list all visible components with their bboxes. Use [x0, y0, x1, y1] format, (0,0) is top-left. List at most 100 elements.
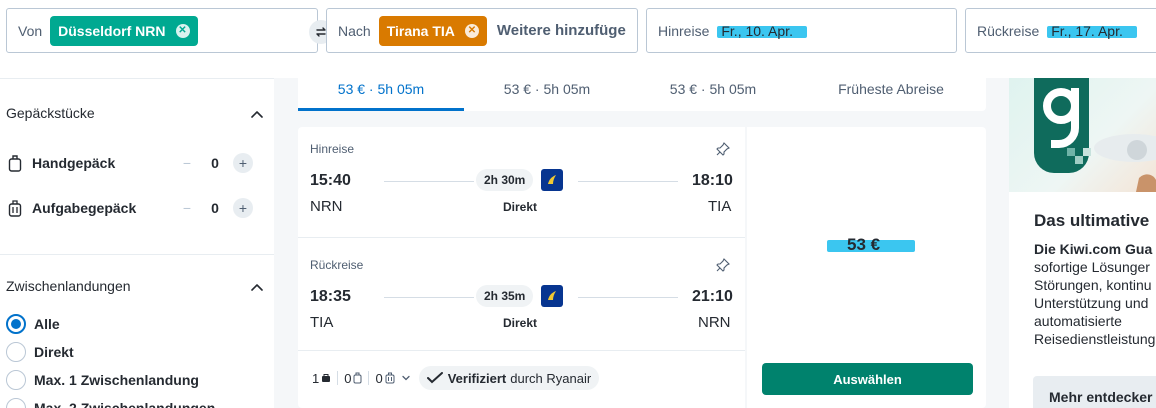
personal-item-icon: [322, 374, 331, 382]
tab-earliest[interactable]: Früheste Abreise: [796, 78, 986, 111]
chevron-up-icon[interactable]: [250, 108, 264, 122]
inbound-dep-time: 18:35: [310, 288, 351, 305]
to-chip[interactable]: Tirana TIA ✕: [378, 15, 487, 46]
outbound-arr-code: TIA: [708, 198, 732, 215]
return-date-field[interactable]: Rückreise Fr., 17. Apr.: [965, 8, 1156, 53]
remove-to-icon[interactable]: ✕: [464, 23, 479, 38]
checked-bag-label: Aufgabegepäck: [32, 200, 137, 216]
stop-option-all[interactable]: Alle: [6, 314, 60, 334]
from-label: Von: [18, 22, 43, 39]
sort-tabs: 53 € · 5h 05m 53 € · 5h 05m 53 € · 5h 05…: [298, 78, 986, 111]
bag-info-bar: 1 0 0 Verifiziert durch Ryanair: [312, 366, 600, 390]
radio[interactable]: [6, 370, 26, 390]
return-date-value: Fr., 17. Apr.: [1047, 22, 1137, 39]
to-field[interactable]: Nach Tirana TIA ✕ Weitere hinzufüge: [326, 8, 638, 53]
depart-label: Hinreise: [658, 22, 710, 39]
checked-bag-icon: [385, 372, 395, 384]
to-label: Nach: [338, 22, 371, 39]
from-chip-label: Düsseldorf NRN: [58, 22, 166, 39]
outbound-stops: Direkt: [503, 200, 538, 214]
radio[interactable]: [6, 342, 26, 362]
tab-fastest[interactable]: 53 € · 5h 05m: [630, 78, 796, 111]
tab-cheapest[interactable]: 53 € · 5h 05m: [464, 78, 630, 111]
checked-bag-icon: [8, 200, 22, 217]
search-bar: Von Düsseldorf NRN ✕ Nach Tirana TIA ✕ W…: [0, 0, 1156, 78]
inbound-arr-time: 21:10: [692, 288, 733, 305]
ad-title: Das ultimative: [1034, 211, 1150, 230]
cabin-bag-icon: [8, 155, 22, 172]
route-line: [578, 181, 678, 182]
divider: [0, 78, 274, 79]
outbound-dep-code: NRN: [310, 198, 343, 215]
checkmark-icon: [426, 372, 443, 384]
remove-from-icon[interactable]: ✕: [175, 23, 190, 38]
ad-body-line: sofortige Lösunger: [1034, 259, 1150, 275]
inbound-label: Rückreise: [310, 258, 364, 272]
ad-text: Die Kiwi.com Gua sofortige Lösunger Stör…: [1034, 240, 1156, 348]
stop-option-max2[interactable]: Max. 2 Zwischenlandungen: [6, 398, 215, 408]
result-card[interactable]: Hinreise 15:40 2h 30m 18:10 NRN Direkt T…: [298, 127, 745, 408]
outbound-duration: 2h 30m: [476, 169, 534, 191]
stop-option-direct[interactable]: Direkt: [6, 342, 74, 362]
ad-image: [1009, 78, 1156, 192]
cabin-qty: 0: [211, 155, 219, 171]
pin-icon[interactable]: [716, 142, 730, 156]
to-chip-label: Tirana TIA: [386, 22, 455, 39]
outbound-label: Hinreise: [310, 142, 355, 156]
inbound-duration: 2h 35m: [476, 285, 534, 307]
inbound-dep-code: TIA: [310, 314, 334, 331]
inbound-arr-code: NRN: [698, 314, 731, 331]
from-field[interactable]: Von Düsseldorf NRN ✕: [6, 8, 318, 53]
ryanair-logo-icon: [541, 285, 563, 307]
cabin-bag-row: Handgepäck − 0 +: [8, 153, 253, 173]
cabin-plus-button[interactable]: +: [233, 153, 253, 173]
divider: [298, 237, 745, 238]
ad-body-line: Reisedienstleistung: [1034, 331, 1156, 347]
route-line: [578, 297, 678, 298]
chevron-down-icon[interactable]: [401, 373, 411, 383]
personal-item-info: 1: [312, 371, 331, 386]
filters-panel: Gepäckstücke Handgepäck − 0 + Aufgabegep…: [0, 78, 274, 408]
depart-date-value: Fr., 10. Apr.: [717, 22, 807, 39]
cabin-bag-icon: [353, 372, 362, 384]
guarantee-ad: Das ultimative Die Kiwi.com Gua sofortig…: [1009, 78, 1156, 408]
checked-bag-info: 0: [375, 371, 395, 386]
radio-selected[interactable]: [6, 314, 26, 334]
verified-bold: Verifiziert: [447, 370, 507, 386]
checked-bag-row: Aufgabegepäck − 0 +: [8, 198, 253, 218]
inbound-stops: Direkt: [503, 316, 538, 330]
select-button[interactable]: Auswählen: [762, 363, 973, 395]
chevron-up-icon[interactable]: [250, 281, 264, 295]
ad-body-line: Unterstützung und: [1034, 295, 1149, 311]
from-chip[interactable]: Düsseldorf NRN ✕: [50, 15, 198, 46]
add-more-destinations[interactable]: Weitere hinzufüge: [497, 22, 626, 39]
checked-qty: 0: [211, 200, 219, 216]
outbound-dep-time: 15:40: [310, 172, 351, 189]
return-label: Rückreise: [977, 22, 1040, 39]
price: 53 €: [847, 235, 881, 254]
cabin-minus-button[interactable]: −: [177, 153, 197, 173]
cabin-bag-info: 0: [344, 371, 362, 386]
ryanair-logo-icon: [541, 169, 563, 191]
stop-option-max1[interactable]: Max. 1 Zwischenlandung: [6, 370, 199, 390]
stop-option-label: Max. 1 Zwischenlandung: [34, 372, 199, 388]
bags-section-title: Gepäckstücke: [6, 105, 95, 121]
tab-best[interactable]: 53 € · 5h 05m: [298, 78, 464, 111]
radio[interactable]: [6, 398, 26, 408]
verified-rest: durch Ryanair: [510, 370, 592, 386]
divider: [0, 254, 274, 255]
ad-body-line: Störungen, kontinu: [1034, 277, 1152, 293]
ad-body-bold: Die Kiwi.com Gua: [1034, 241, 1153, 257]
price-panel: 53 € Auswählen: [747, 127, 986, 408]
checked-minus-button[interactable]: −: [177, 198, 197, 218]
stop-option-label: Alle: [34, 316, 60, 332]
discover-more-button[interactable]: Mehr entdecker: [1033, 376, 1156, 408]
ad-body-line: automatisierte: [1034, 313, 1122, 329]
pin-icon[interactable]: [716, 258, 730, 272]
verified-badge: Verifiziert durch Ryanair: [418, 366, 600, 390]
depart-date-field[interactable]: Hinreise Fr., 10. Apr.: [646, 8, 957, 53]
stop-option-label: Direkt: [34, 344, 74, 360]
stop-option-label: Max. 2 Zwischenlandungen: [34, 400, 216, 408]
outbound-arr-time: 18:10: [692, 172, 733, 189]
checked-plus-button[interactable]: +: [233, 198, 253, 218]
